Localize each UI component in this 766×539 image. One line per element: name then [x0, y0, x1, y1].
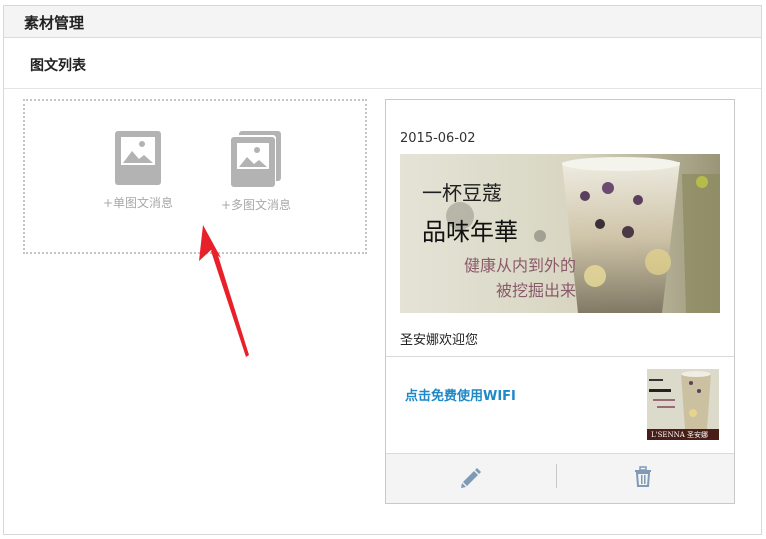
article-cover-image: 一杯豆蔻 品味年華 健康从内到外的 被挖掘出来 — [400, 154, 720, 313]
cover-line-4: 被挖掘出来 — [496, 281, 576, 300]
sub-article-link[interactable]: 点击免费使用WIFI — [405, 385, 516, 404]
cover-line-3: 健康从内到外的 — [464, 256, 576, 275]
page-title: 素材管理 — [24, 14, 85, 32]
edit-button[interactable] — [460, 467, 482, 489]
delete-button[interactable] — [632, 466, 654, 488]
article-title: 圣安娜欢迎您 — [400, 333, 479, 348]
single-article-button[interactable]: +单图文消息 — [78, 131, 198, 211]
multi-image-icon — [231, 131, 281, 187]
divider — [386, 356, 734, 357]
multi-article-button[interactable]: +多图文消息 — [196, 131, 316, 213]
multi-article-label: +多图文消息 — [220, 198, 292, 212]
pencil-icon — [461, 468, 481, 488]
cover-line-2: 品味年華 — [422, 218, 518, 246]
cover-line-1: 一杯豆蔻 — [422, 181, 502, 205]
single-article-label: +单图文消息 — [102, 196, 174, 210]
action-separator — [556, 464, 557, 488]
create-message-box: +单图文消息 +多图文消息 — [23, 99, 367, 254]
sub-article-thumbnail: L'SENNA 圣安娜 — [647, 369, 719, 440]
section-title: 图文列表 — [30, 58, 86, 74]
thumb-brand-text: L'SENNA 圣安娜 — [651, 430, 708, 439]
card-actions — [386, 453, 734, 503]
trash-icon — [635, 466, 651, 487]
section-header: 图文列表 — [4, 38, 761, 89]
image-icon — [115, 131, 161, 185]
article-card[interactable]: 2015-06-02 一杯豆蔻 品味年華 健康从内到外的 被挖掘出来 圣安娜欢迎… — [385, 99, 735, 504]
article-date: 2015-06-02 — [400, 131, 476, 146]
top-bar: 素材管理 — [4, 6, 761, 38]
